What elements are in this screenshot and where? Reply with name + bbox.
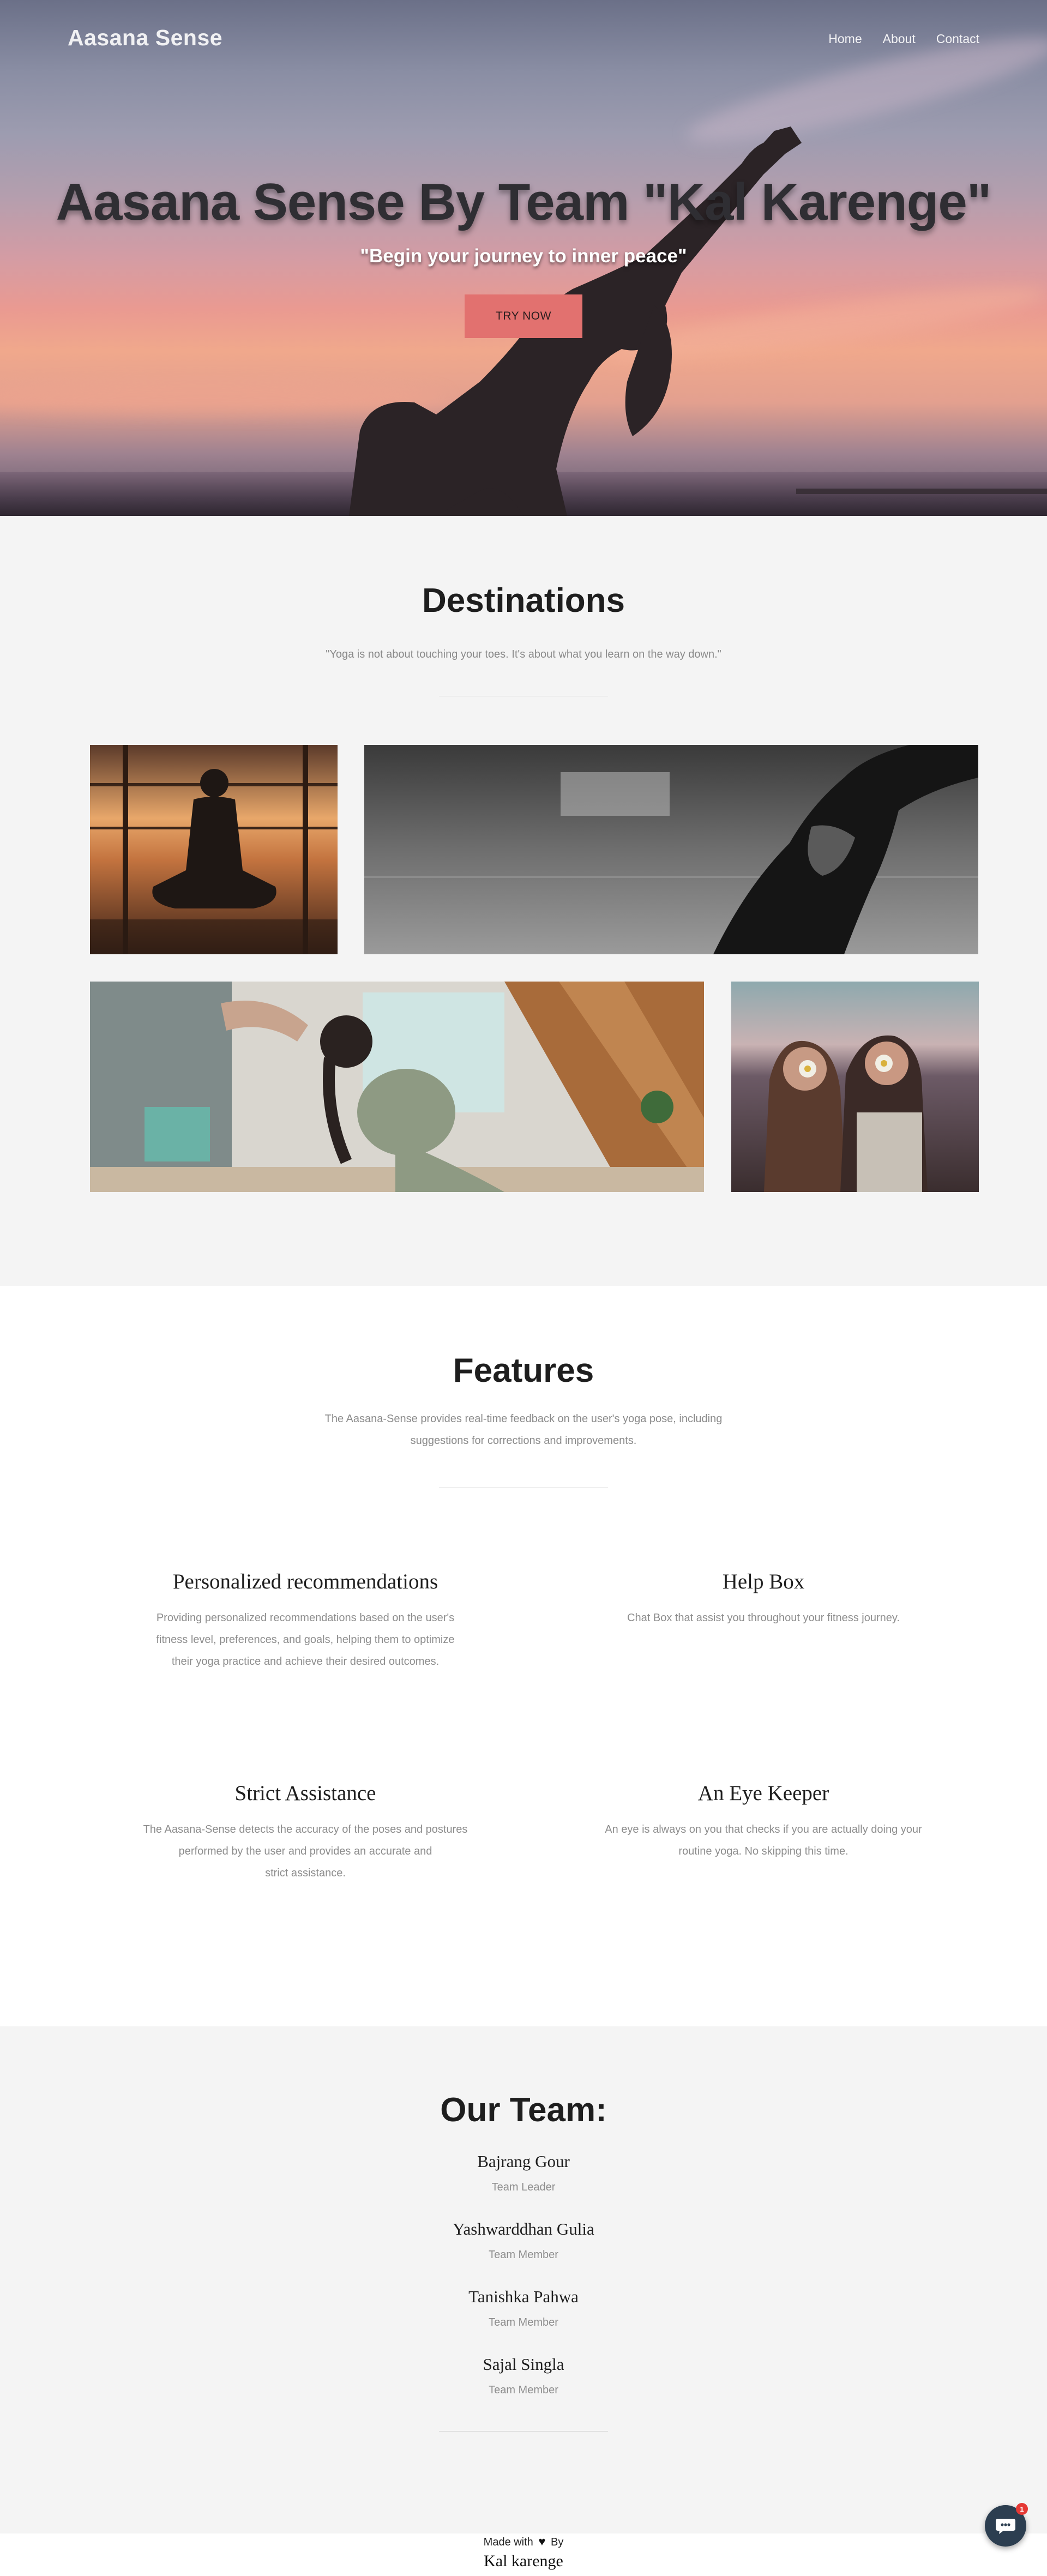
- member-name: Yashwarddhan Gulia: [453, 2219, 594, 2238]
- member-role: Team Member: [489, 2316, 558, 2328]
- feature-title: Personalized recommendations: [172, 1570, 438, 1593]
- hero-title: Aasana Sense By Team "Kal Karenge": [56, 173, 992, 231]
- section-title-destinations: Destinations: [422, 582, 625, 619]
- by-text: By: [551, 2536, 564, 2548]
- chat-notification-badge: 1: [1016, 2503, 1028, 2515]
- destinations-section: Destinations "Yoga is not about touching…: [0, 516, 1047, 1286]
- nav-home-link[interactable]: Home: [828, 32, 862, 46]
- member-role: Team Member: [489, 2249, 558, 2261]
- try-now-button[interactable]: TRY NOW: [465, 294, 582, 338]
- feature-card: Strict Assistance The Aasana-Sense detec…: [115, 1781, 496, 1884]
- feature-title: Strict Assistance: [234, 1781, 376, 1805]
- member-role: Team Leader: [491, 2181, 556, 2193]
- feature-description: Providing personalized recommendations b…: [156, 1612, 455, 1668]
- hero-section: Aasana Sense Home About Contact Aasana S…: [0, 0, 1047, 516]
- feature-description: An eye is always on you that checks if y…: [605, 1823, 922, 1857]
- chat-bubble-icon: [996, 2519, 1015, 2534]
- feature-title: An Eye Keeper: [697, 1781, 829, 1805]
- footer-team-name: Kal karenge: [484, 2552, 563, 2570]
- feature-card: An Eye Keeper An eye is always on you th…: [573, 1781, 954, 1862]
- photo-meditation: [90, 745, 338, 954]
- features-intro-line: suggestions for corrections and improvem…: [410, 1435, 637, 1447]
- hero-subtitle: "Begin your journey to inner peace": [360, 245, 687, 267]
- member-role: Team Member: [489, 2384, 558, 2396]
- member-name: Bajrang Gour: [477, 2152, 570, 2171]
- team-section: Our Team: Bajrang Gour Team Leader Yashw…: [0, 2026, 1047, 2533]
- feature-card: Help Box Chat Box that assist you throug…: [573, 1569, 954, 1629]
- made-with-line: Made with ♥ By: [0, 2535, 1047, 2549]
- feature-description: Chat Box that assist you throughout your…: [627, 1612, 900, 1624]
- team-member: Yashwarddhan Gulia Team Member: [0, 2219, 1047, 2261]
- nav-contact-link[interactable]: Contact: [936, 32, 979, 46]
- nav-about-link[interactable]: About: [883, 32, 916, 46]
- features-intro-line: The Aasana-Sense provides real-time feed…: [324, 1413, 723, 1425]
- feature-card: Personalized recommendations Providing p…: [115, 1569, 496, 1672]
- destinations-quote: "Yoga is not about touching your toes. I…: [326, 648, 721, 660]
- brand-logo[interactable]: Aasana Sense: [68, 25, 222, 51]
- team-member: Bajrang Gour Team Leader: [0, 2152, 1047, 2194]
- photo-friends-flowers: [731, 982, 979, 1192]
- photo-bow-pose: [90, 982, 704, 1192]
- feature-description: The Aasana-Sense detects the accuracy of…: [143, 1823, 468, 1879]
- member-name: Tanishka Pahwa: [468, 2287, 579, 2306]
- section-title-features: Features: [453, 1352, 594, 1389]
- heart-icon: ♥: [538, 2535, 546, 2548]
- section-title-team: Our Team:: [440, 2091, 607, 2129]
- feature-title: Help Box: [722, 1570, 805, 1593]
- team-member: Sajal Singla Team Member: [0, 2355, 1047, 2397]
- made-with-text: Made with: [483, 2536, 533, 2548]
- team-member: Tanishka Pahwa Team Member: [0, 2287, 1047, 2329]
- photo-downward-dog: [364, 745, 978, 954]
- top-nav: Home About Contact: [828, 32, 979, 46]
- features-section: Features The Aasana-Sense provides real-…: [0, 1286, 1047, 2026]
- member-name: Sajal Singla: [483, 2355, 564, 2374]
